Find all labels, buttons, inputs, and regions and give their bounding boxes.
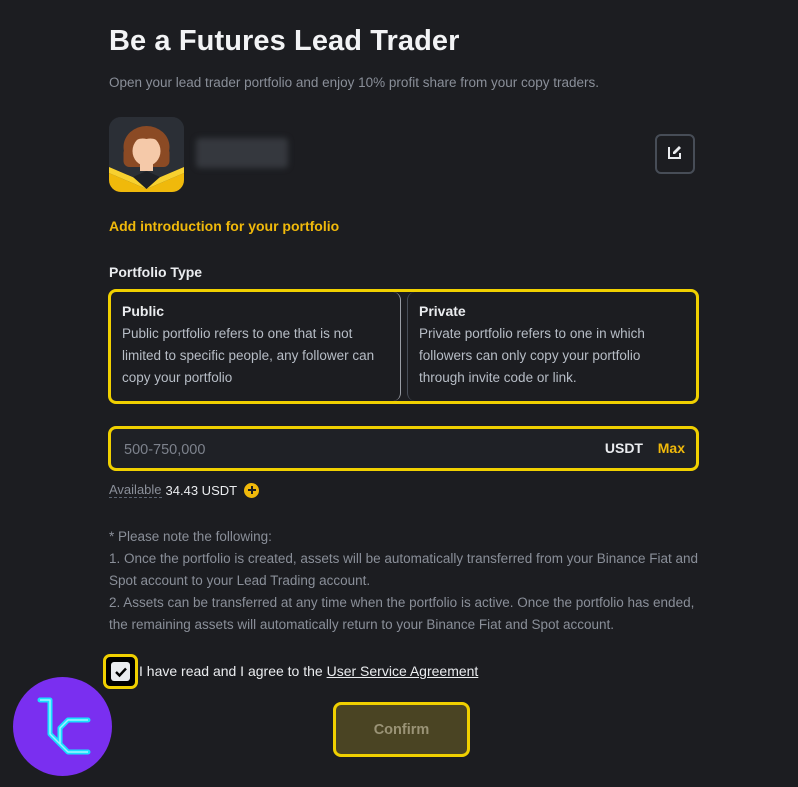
page-subtitle: Open your lead trader portfolio and enjo…: [109, 75, 600, 90]
edit-icon: [667, 144, 683, 165]
note-item: 2. Assets can be transferred at any time…: [109, 595, 695, 632]
checkmark-icon: [111, 662, 130, 681]
portfolio-type-public-description: Public portfolio refers to one that is n…: [122, 326, 375, 385]
agreement-checkbox[interactable]: [103, 654, 138, 689]
amount-currency: USDT: [604, 440, 643, 456]
max-button[interactable]: Max: [658, 440, 685, 456]
portfolio-type-label: Portfolio Type: [109, 264, 203, 280]
portfolio-type-public-title: Public: [122, 303, 165, 319]
amount-input[interactable]: [122, 438, 546, 462]
available-balance: Available 34.43 USDT: [109, 482, 260, 498]
logo-icon: [13, 677, 112, 776]
portfolio-type-public[interactable]: Public Public portfolio refers to one th…: [111, 292, 401, 401]
add-introduction-link[interactable]: Add introduction for your portfolio: [109, 218, 339, 234]
edit-profile-button[interactable]: [655, 134, 695, 174]
username-blurred: [196, 138, 288, 168]
avatar: [109, 117, 184, 192]
portfolio-type-selector: Public Public portfolio refers to one th…: [108, 289, 699, 404]
note-heading: * Please note the following:: [109, 529, 272, 544]
portfolio-type-private-title: Private: [419, 303, 466, 319]
note-item: 1. Once the portfolio is created, assets…: [109, 551, 699, 588]
available-value: 34.43 USDT: [165, 482, 238, 498]
portfolio-type-private-description: Private portfolio refers to one in which…: [419, 326, 645, 385]
agreement-label: I have read and I agree to the: [139, 663, 323, 679]
confirm-button[interactable]: Confirm: [333, 702, 470, 757]
agreement-text: I have read and I agree to the User Serv…: [139, 663, 478, 679]
page-title: Be a Futures Lead Trader: [109, 25, 460, 57]
portfolio-type-private[interactable]: Private Private portfolio refers to one …: [407, 292, 696, 401]
available-label: Available: [109, 482, 162, 498]
notes: * Please note the following: 1. Once the…: [109, 526, 704, 636]
amount-field: USDT Max: [108, 426, 699, 471]
user-service-agreement-link[interactable]: User Service Agreement: [327, 663, 479, 679]
plus-circle-icon[interactable]: [244, 482, 260, 498]
